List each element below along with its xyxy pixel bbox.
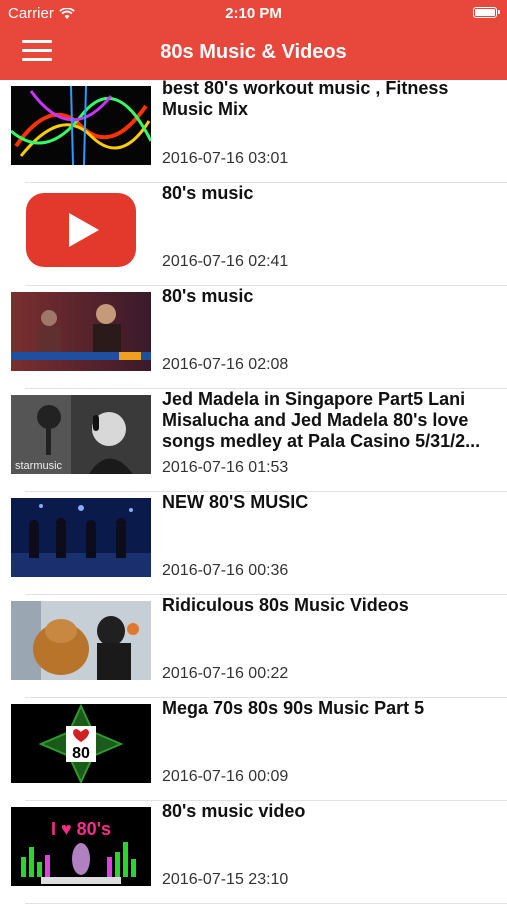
video-thumbnail[interactable]: I ♥ 80's <box>11 807 151 886</box>
nav-bar: 80s Music & Videos <box>0 26 507 80</box>
video-thumbnail[interactable] <box>11 292 151 371</box>
video-date: 2016-07-16 00:36 <box>162 562 289 579</box>
video-date: 2016-07-16 01:53 <box>162 459 289 476</box>
video-title: NEW 80'S MUSIC <box>162 492 309 512</box>
video-thumbnail[interactable]: starmusic <box>11 395 151 474</box>
video-title: Ridiculous 80s Music Videos <box>162 595 409 615</box>
video-date: 2016-07-15 23:10 <box>162 871 289 888</box>
video-item[interactable]: 80 Mega 70s 80s 90s Music Part 5 2016-07… <box>0 698 507 801</box>
video-thumbnail[interactable] <box>11 601 151 680</box>
status-bar: Carrier 2:10 PM <box>0 0 507 26</box>
thumb-ilove-logo: I ♥ 80's <box>51 819 111 839</box>
video-item[interactable]: starmusic Jed Madela in Singapore Part5 … <box>0 389 507 492</box>
video-date: 2016-07-16 02:08 <box>162 356 289 373</box>
battery-icon <box>473 7 500 18</box>
page-title: 80s Music & Videos <box>160 41 347 63</box>
video-date: 2016-07-16 00:22 <box>162 665 289 682</box>
video-item[interactable]: 80's music 2016-07-16 02:41 <box>0 183 507 286</box>
video-title: Jed Madela in Singapore Part5 Lani Misal… <box>162 389 481 451</box>
status-time: 2:10 PM <box>225 5 282 22</box>
video-item[interactable]: 80's music 2016-07-16 02:08 <box>0 286 507 389</box>
video-date: 2016-07-16 00:09 <box>162 768 289 785</box>
video-thumbnail[interactable]: 80 <box>11 704 151 783</box>
video-date: 2016-07-16 03:01 <box>162 150 289 167</box>
thumb-80-logo: 80 <box>72 745 90 762</box>
video-title: best 80's workout music , Fitness Music … <box>162 78 449 119</box>
video-date: 2016-07-16 02:41 <box>162 253 289 270</box>
video-item[interactable]: I ♥ 80's 80's music video 2016-07-15 23:… <box>0 801 507 904</box>
video-title: 80's music <box>162 286 254 306</box>
video-thumbnail[interactable] <box>11 498 151 577</box>
video-list[interactable]: best 80's workout music , Fitness Music … <box>0 78 507 904</box>
video-title: Mega 70s 80s 90s Music Part 5 <box>162 698 425 718</box>
starmusic-logo: starmusic <box>15 460 63 472</box>
youtube-logo-thumbnail[interactable] <box>11 189 151 268</box>
video-title: 80's music <box>162 183 254 203</box>
video-item[interactable]: best 80's workout music , Fitness Music … <box>0 78 507 183</box>
video-thumbnail[interactable] <box>11 86 151 165</box>
video-item[interactable]: Ridiculous 80s Music Videos 2016-07-16 0… <box>0 595 507 698</box>
video-title: 80's music video <box>162 801 306 821</box>
video-item[interactable]: NEW 80'S MUSIC 2016-07-16 00:36 <box>0 492 507 595</box>
